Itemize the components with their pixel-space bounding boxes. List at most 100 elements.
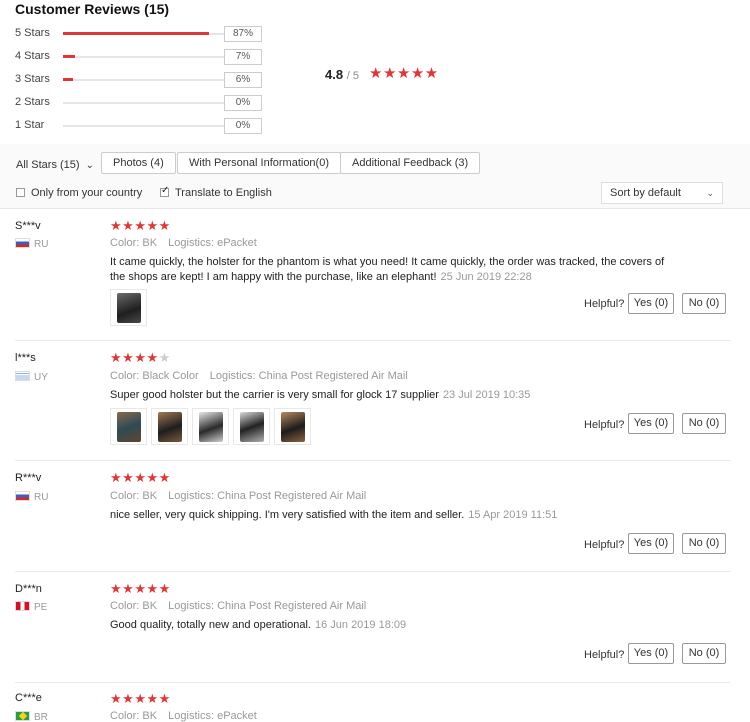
review-body: Super good holster but the carrier is ve… (110, 389, 439, 401)
average-suffix: / 5 (346, 70, 359, 82)
star-filled-icon: ★ (158, 691, 171, 706)
review-photo-thumbnail[interactable] (274, 408, 311, 445)
reviewer-name: l***s (15, 352, 36, 364)
helpful-yes-button[interactable]: Yes (0) (628, 533, 674, 554)
photos-filter-button[interactable]: Photos (4) (101, 152, 176, 174)
flag-pe-icon (15, 601, 30, 611)
review-divider (15, 571, 730, 572)
photo-image (281, 412, 305, 442)
helpful-no-button[interactable]: No (0) (682, 533, 726, 554)
review-body: Good quality, totally new and operationa… (110, 619, 311, 631)
review-meta: Color: Black Color Logistics: China Post… (110, 370, 408, 382)
review-photo-thumbnail[interactable] (192, 408, 229, 445)
review-stars-icon: ★★★★★ (110, 581, 171, 597)
checkbox-box (16, 188, 25, 197)
star-filled-icon: ★ (158, 581, 171, 596)
helpful-label: Helpful? (584, 419, 625, 431)
dist-percent: 0% (224, 118, 262, 134)
helpful-yes-button[interactable]: Yes (0) (628, 293, 674, 314)
logistics-key: Logistics: (168, 237, 215, 249)
reviewer-country: BR (15, 711, 48, 722)
review-photo-thumbnail[interactable] (151, 408, 188, 445)
reviewer-country: PE (15, 601, 47, 613)
reviews-title: Customer Reviews (15) (15, 1, 170, 17)
star-filled-icon: ★ (134, 350, 147, 365)
helpful-no-button[interactable]: No (0) (682, 643, 726, 664)
review-text: It came quickly, the holster for the pha… (110, 255, 670, 285)
dist-percent: 6% (224, 72, 262, 88)
helpful-yes-button[interactable]: Yes (0) (628, 413, 674, 434)
dist-track (63, 102, 231, 104)
photo-image (117, 293, 141, 323)
star-filled-icon: ★ (146, 350, 159, 365)
flag-ru-icon (15, 491, 30, 501)
star-filled-icon: ★ (122, 218, 135, 233)
review-text: nice seller, very quick shipping. I'm ve… (110, 508, 670, 523)
logistics-key: Logistics: (168, 600, 215, 612)
dist-row-2[interactable]: 2 Stars 0% (15, 95, 265, 111)
review-divider (15, 460, 730, 461)
logistics-value: China Post Registered Air Mail (217, 600, 367, 612)
filters-bar: All Stars (15) ⌄ Photos (4) With Persona… (0, 144, 750, 209)
average-rating: 4.8 / 5 (325, 67, 359, 82)
star-filled-icon: ★ (146, 470, 159, 485)
star-filled-icon: ★ (122, 581, 135, 596)
logistics-key: Logistics: (168, 490, 215, 502)
additional-feedback-filter-button[interactable]: Additional Feedback (3) (340, 152, 481, 174)
reviewer-name: S***v (15, 220, 41, 232)
dist-track (63, 32, 231, 35)
review-date: 15 Apr 2019 11:51 (468, 509, 558, 521)
dist-percent: 7% (224, 49, 262, 65)
dist-label: 3 Stars (15, 73, 50, 85)
photo-image (158, 412, 182, 442)
average-stars-icon: ★★★★★ (369, 65, 439, 82)
flag-uy-icon (15, 371, 30, 381)
helpful-yes-button[interactable]: Yes (0) (628, 643, 674, 664)
star-filled-icon: ★ (134, 470, 147, 485)
reviewer-name: R***v (15, 472, 42, 484)
star-filled-icon: ★ (158, 218, 171, 233)
dist-fill (63, 32, 210, 35)
review-meta: Color: BK Logistics: China Post Register… (110, 490, 366, 502)
star-filled-icon: ★ (110, 350, 123, 365)
translate-checkbox[interactable]: Translate to English (160, 185, 272, 199)
review-text: Super good holster but the carrier is ve… (110, 388, 670, 403)
review-date: 23 Jul 2019 10:35 (442, 389, 531, 401)
personal-info-filter-button[interactable]: With Personal Information(0) (177, 152, 341, 174)
dist-track (63, 78, 231, 81)
review-meta: Color: BK Logistics: ePacket (110, 237, 257, 249)
dist-row-3[interactable]: 3 Stars 6% (15, 72, 265, 88)
sort-label: Sort by default (610, 187, 681, 199)
all-stars-dropdown[interactable]: All Stars (15) ⌄ (16, 159, 94, 171)
helpful-label: Helpful? (584, 298, 625, 310)
logistics-value: ePacket (217, 237, 257, 249)
dist-row-5[interactable]: 5 Stars 87% (15, 26, 265, 42)
dist-row-1[interactable]: 1 Star 0% (15, 118, 265, 134)
flag-ru-icon (15, 238, 30, 248)
star-filled-icon: ★ (134, 581, 147, 596)
review-photo-thumbnail[interactable] (110, 289, 147, 326)
review-photo-thumbnail[interactable] (233, 408, 270, 445)
dist-percent: 87% (224, 26, 262, 42)
logistics-value: China Post Registered Air Mail (217, 490, 367, 502)
photo-image (117, 412, 141, 442)
country-code: UY (34, 372, 48, 383)
all-stars-label: All Stars (15) (16, 159, 80, 171)
reviewer-country: RU (15, 491, 48, 503)
helpful-no-button[interactable]: No (0) (682, 413, 726, 434)
review-date: 16 Jun 2019 18:09 (314, 619, 407, 631)
reviewer-name: C***e (15, 692, 42, 704)
dist-row-4[interactable]: 4 Stars 7% (15, 49, 265, 65)
sort-dropdown[interactable]: Sort by default ⌄ (601, 182, 723, 204)
review-date: 25 Jun 2019 22:28 (440, 271, 532, 283)
photo-image (240, 412, 264, 442)
color-value: BK (142, 490, 158, 502)
helpful-no-button[interactable]: No (0) (682, 293, 726, 314)
review-photo-thumbnail[interactable] (110, 408, 147, 445)
only-my-country-checkbox[interactable]: Only from your country (16, 187, 142, 199)
dist-track (63, 55, 231, 58)
star-filled-icon: ★ (158, 470, 171, 485)
star-filled-icon: ★ (110, 581, 123, 596)
country-code: RU (34, 239, 49, 250)
color-key: Color: (110, 237, 140, 249)
